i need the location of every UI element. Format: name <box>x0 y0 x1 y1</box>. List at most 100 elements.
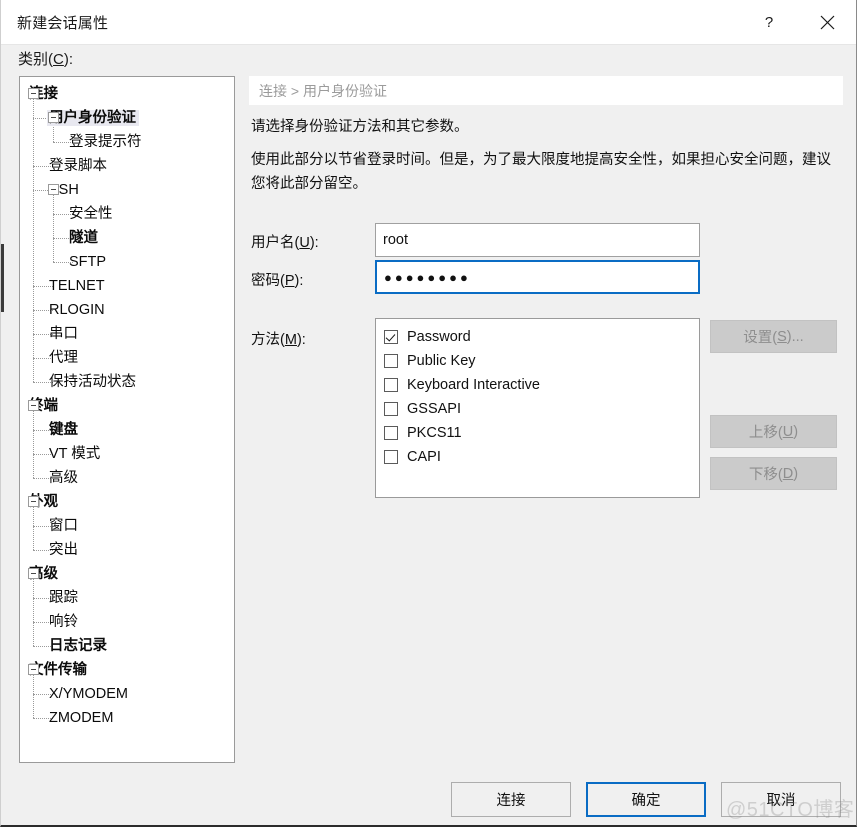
username-input[interactable] <box>375 223 700 257</box>
connect-button[interactable]: 连接 <box>451 782 571 817</box>
move-down-button[interactable]: 下移(D) <box>710 457 837 490</box>
tree-item-代理[interactable]: 代理 <box>20 346 234 370</box>
password-label: 密码(P): <box>251 273 304 289</box>
tree-item-外观[interactable]: 外观 <box>20 490 234 514</box>
svg-text:?: ? <box>765 14 773 31</box>
tree-item-label: 用户身份验证 <box>47 109 139 127</box>
cancel-button[interactable]: 取消 <box>721 782 841 817</box>
tree-item-label: X/YMODEM <box>49 685 128 702</box>
method-label: Keyboard Interactive <box>407 377 540 393</box>
method-row-gssapi[interactable]: GSSAPI <box>376 397 699 421</box>
description-secondary: 使用此部分以节省登录时间。但是，为了最大限度地提高安全性，如果担心安全问题，建议… <box>251 152 831 192</box>
method-label: GSSAPI <box>407 401 461 417</box>
tree-item-保持活动状态[interactable]: 保持活动状态 <box>20 370 234 394</box>
window-title: 新建会话属性 <box>17 15 109 32</box>
checkbox-unchecked-icon[interactable] <box>384 354 398 368</box>
tree-item-跟踪[interactable]: 跟踪 <box>20 586 234 610</box>
tree-expander-collapse-icon[interactable] <box>28 496 39 507</box>
tree-item-日志记录[interactable]: 日志记录 <box>20 634 234 658</box>
tree-item-安全性[interactable]: 安全性 <box>20 202 234 226</box>
tree-item-ssh[interactable]: SSH <box>20 178 234 202</box>
method-row-keyboard-interactive[interactable]: Keyboard Interactive <box>376 373 699 397</box>
tree-expander-collapse-icon[interactable] <box>48 184 59 195</box>
tree-expander-collapse-icon[interactable] <box>28 400 39 411</box>
method-row-public-key[interactable]: Public Key <box>376 349 699 373</box>
tree-item-label: 跟踪 <box>49 589 78 606</box>
breadcrumb: 连接 > 用户身份验证 <box>249 76 843 105</box>
tree-item-label: VT 模式 <box>49 445 101 462</box>
tree-item-连接[interactable]: 连接 <box>20 82 234 106</box>
tree-item-telnet[interactable]: TELNET <box>20 274 234 298</box>
tree-item-label: 高级 <box>49 469 78 486</box>
tree-item-高级[interactable]: 高级 <box>20 562 234 586</box>
new-session-properties-dialog: 新建会话属性 ? 类别(C): 连接 用户身份验证 登录提示符 登录脚本 SSH 安全性隧… <box>0 0 857 827</box>
tree-item-突出[interactable]: 突出 <box>20 538 234 562</box>
tree-expander-collapse-icon[interactable] <box>48 112 59 123</box>
auth-methods-list[interactable]: Password Public Key Keyboard Interactive GS… <box>375 318 700 498</box>
tree-item-label: 串口 <box>49 325 78 342</box>
checkbox-unchecked-icon[interactable] <box>384 402 398 416</box>
tree-item-label: TELNET <box>49 277 105 294</box>
tree-item-label: 响铃 <box>49 613 78 630</box>
checkbox-unchecked-icon[interactable] <box>384 426 398 440</box>
question-mark-icon: ? <box>761 14 777 31</box>
tree-expander-collapse-icon[interactable] <box>28 88 39 99</box>
method-label: PKCS11 <box>407 425 462 441</box>
tree-item-登录提示符[interactable]: 登录提示符 <box>20 130 234 154</box>
method-label: Password <box>407 329 471 345</box>
checkbox-checked-icon[interactable] <box>384 330 398 344</box>
method-row-pkcs11[interactable]: PKCS11 <box>376 421 699 445</box>
tree-item-用户身份验证[interactable]: 用户身份验证 <box>20 106 234 130</box>
tree-item-label: SFTP <box>69 253 107 270</box>
tree-item-高级[interactable]: 高级 <box>20 466 234 490</box>
tree-item-串口[interactable]: 串口 <box>20 322 234 346</box>
tree-item-隧道[interactable]: 隧道 <box>20 226 234 250</box>
tree-item-键盘[interactable]: 键盘 <box>20 418 234 442</box>
method-label: CAPI <box>407 449 441 465</box>
tree-item-label: RLOGIN <box>49 301 105 318</box>
category-tree[interactable]: 连接用户身份验证登录提示符登录脚本 SSH 安全性隧道 SFTP TELNET RLOGI… <box>19 76 235 763</box>
tree-item-文件传输[interactable]: 文件传输 <box>20 658 234 682</box>
checkbox-unchecked-icon[interactable] <box>384 378 398 392</box>
tree-item-zmodem[interactable]: ZMODEM <box>20 706 234 730</box>
tree-item-sftp[interactable]: SFTP <box>20 250 234 274</box>
method-row-capi[interactable]: CAPI <box>376 445 699 469</box>
checkbox-unchecked-icon[interactable] <box>384 450 398 464</box>
description-primary: 请选择身份验证方法和其它参数。 <box>251 119 469 135</box>
tree-item-label: 代理 <box>49 349 78 366</box>
password-input[interactable] <box>375 260 700 294</box>
tree-item-label: 突出 <box>49 541 78 558</box>
tree-item-label: 隧道 <box>69 229 98 246</box>
methods-label: 方法(M): <box>251 332 306 348</box>
close-icon <box>820 15 835 30</box>
title-bar: 新建会话属性 ? <box>1 0 856 45</box>
tree-item-label: 登录提示符 <box>69 133 142 150</box>
close-button[interactable] <box>801 0 853 44</box>
tree-expander-collapse-icon[interactable] <box>28 664 39 675</box>
category-tree-list: 连接用户身份验证登录提示符登录脚本 SSH 安全性隧道 SFTP TELNET RLOGI… <box>20 77 234 730</box>
settings-button[interactable]: 设置(S)... <box>710 320 837 353</box>
tree-item-label: 窗口 <box>49 517 78 534</box>
help-button[interactable]: ? <box>743 0 795 44</box>
tree-item-label: 日志记录 <box>49 637 107 654</box>
tree-expander-collapse-icon[interactable] <box>28 568 39 579</box>
tree-item-x-ymodem[interactable]: X/YMODEM <box>20 682 234 706</box>
username-label: 用户名(U): <box>251 235 319 251</box>
tree-item-登录脚本[interactable]: 登录脚本 <box>20 154 234 178</box>
tree-item-vt-模式[interactable]: VT 模式 <box>20 442 234 466</box>
move-up-button[interactable]: 上移(U) <box>710 415 837 448</box>
tree-item-rlogin[interactable]: RLOGIN <box>20 298 234 322</box>
ok-button[interactable]: 确定 <box>586 782 706 817</box>
method-label: Public Key <box>407 353 476 369</box>
tree-item-label: 键盘 <box>49 421 78 438</box>
tree-item-label: 安全性 <box>69 205 113 222</box>
category-label: 类别(C): <box>18 51 74 68</box>
tree-item-响铃[interactable]: 响铃 <box>20 610 234 634</box>
method-row-password[interactable]: Password <box>376 325 699 349</box>
tree-item-窗口[interactable]: 窗口 <box>20 514 234 538</box>
tree-item-label: 保持活动状态 <box>49 373 136 390</box>
tree-item-label: 登录脚本 <box>49 157 107 174</box>
tree-item-label: ZMODEM <box>49 709 114 726</box>
left-edge-artifact <box>1 244 4 312</box>
tree-item-终端[interactable]: 终端 <box>20 394 234 418</box>
